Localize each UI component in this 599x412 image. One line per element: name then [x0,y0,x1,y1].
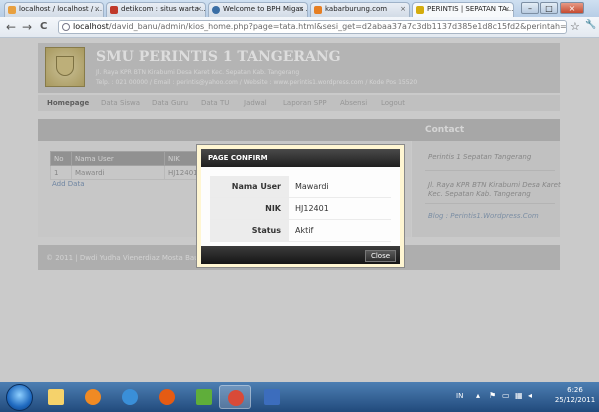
network-icon[interactable]: ▦ [515,391,523,400]
ie-icon[interactable] [114,385,146,409]
field-label: Status [210,219,289,242]
media-player-icon[interactable] [77,385,109,409]
wrench-icon[interactable]: 🔧 [585,20,596,30]
close-button[interactable]: Close [365,250,396,262]
detail-row: NIK HJ12401 [210,197,391,220]
browser-toolbar: ← → C localhost/david_banu/admin/kios_ho… [0,17,599,38]
detail-row: Nama User Mawardi [210,176,391,198]
chrome-icon[interactable] [219,385,251,409]
reload-icon[interactable]: C [40,20,47,34]
clock-date[interactable]: 25/12/2011 [554,396,596,404]
address-bar[interactable]: localhost/david_banu/admin/kios_home.php… [58,20,567,34]
tab-localhost[interactable]: localhost / localhost / ... × [4,2,104,17]
tab-title: kabarburung.com [325,5,388,13]
tab-bph-migas[interactable]: Welcome to BPH Migas ... × [208,2,308,17]
flag-icon[interactable]: ⚑ [489,391,496,400]
tab-title: localhost / localhost / ... [19,5,103,13]
tab-favicon-icon [314,6,322,14]
firefox-icon[interactable] [151,385,183,409]
tab-close-icon[interactable]: × [504,5,510,13]
tab-title: PERINTIS | SEPATAN TA... [427,5,514,13]
globe-icon [62,23,70,31]
maximize-button[interactable]: □ [540,2,558,14]
battery-icon[interactable]: ▭ [502,391,510,400]
tab-close-icon[interactable]: × [196,5,202,13]
tab-close-icon[interactable]: × [298,5,304,13]
detail-table: Nama User Mawardi NIK HJ12401 Status Akt… [210,176,391,242]
explorer-icon[interactable] [40,385,72,409]
tab-title: detikcom : situs warta ... [121,5,206,13]
close-window-button[interactable]: × [560,2,584,14]
language-indicator[interactable]: IN [456,392,463,400]
detail-row: Status Aktif [210,219,391,242]
tab-title: Welcome to BPH Migas ... [223,5,308,13]
tab-kabarburung[interactable]: kabarburung.com × [310,2,410,17]
tab-favicon-icon [110,6,118,14]
tab-close-icon[interactable]: × [400,5,406,13]
dialog-title: PAGE CONFIRM [208,154,268,162]
url-path: /david_banu/admin/kios_home.php?page=tat… [108,22,567,31]
volume-icon[interactable]: ◂ [528,391,532,400]
field-label: NIK [210,197,289,220]
url-host: localhost [73,22,109,31]
field-value: Aktif [289,219,391,242]
back-icon[interactable]: ← [6,20,16,34]
field-label: Nama User [210,176,289,198]
word-icon[interactable] [256,385,288,409]
winamp-icon[interactable] [188,385,220,409]
tab-favicon-icon [8,6,16,14]
clock-time[interactable]: 6:26 [560,386,590,394]
tray-arrow-icon[interactable]: ▴ [476,391,480,400]
forward-icon[interactable]: → [22,20,32,34]
star-icon[interactable]: ☆ [570,20,580,33]
minimize-button[interactable]: – [521,2,539,14]
tab-close-icon[interactable]: × [94,5,100,13]
tab-detikcom[interactable]: detikcom : situs warta ... × [106,2,206,17]
tab-perintis[interactable]: PERINTIS | SEPATAN TA... × [412,2,514,17]
tab-favicon-icon [416,6,424,14]
field-value: Mawardi [289,176,391,198]
field-value: HJ12401 [289,197,391,220]
start-button[interactable] [6,384,33,411]
tab-favicon-icon [212,6,220,14]
